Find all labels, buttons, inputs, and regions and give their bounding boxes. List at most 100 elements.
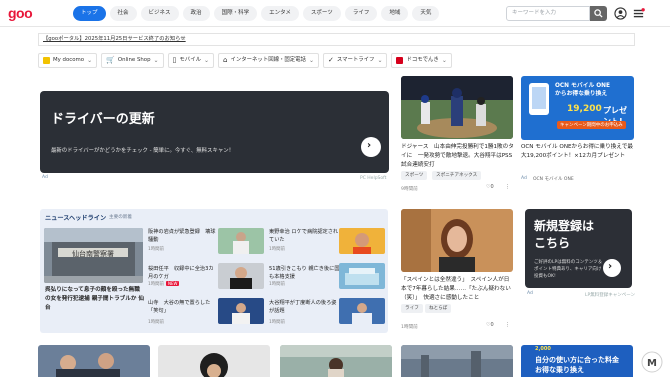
bottom-card-photo[interactable] — [158, 345, 270, 377]
service-my-docomo[interactable]: My docomo ⌄ — [38, 53, 98, 68]
bottom-ad-amount: 2,000 — [535, 346, 551, 352]
ad-title: ドライバーの更新 — [51, 112, 155, 127]
bottom-card-photo[interactable] — [280, 345, 392, 377]
internet-icon: ⌂ — [223, 56, 228, 64]
headline-thumb[interactable] — [218, 228, 264, 254]
bottom-card-photo[interactable] — [38, 345, 150, 377]
service-mobile[interactable]: ▯ モバイル ⌄ — [167, 53, 215, 68]
nav-tab-top[interactable]: トップ — [73, 6, 106, 21]
ocn-cta[interactable]: キャンペーン期間中のお申込み — [557, 121, 626, 129]
nav-tab-region[interactable]: 地域 — [381, 6, 409, 21]
ad-source: LP無料登録キャンペーン — [585, 293, 635, 298]
search-icon — [594, 9, 603, 18]
chevron-down-icon: ⌄ — [308, 57, 314, 64]
headline-item[interactable]: 阪神の岩貞が緊急登録 壊球騒動 — [148, 228, 218, 244]
ad-description: 最新のドライバーがかどうかをチェック - 簡単に。今すぐ、無料スキャン！ — [51, 148, 234, 154]
service-end-notice-link[interactable]: 【gooポータル】2025年11月25日サービス終了のお知らせ — [38, 33, 635, 46]
new-badge: NEW — [165, 281, 180, 286]
source-tag[interactable]: スポニチアネックス — [432, 171, 482, 180]
source-tag[interactable]: ねとらぼ — [425, 304, 452, 313]
more-icon[interactable]: ⋮ — [505, 184, 510, 190]
signup-ad[interactable]: 新規登録は こちら ご好評のLPは無料のコンテンツ＆ポイント特典あり、キャリア向… — [525, 209, 632, 288]
headline-thumb[interactable] — [339, 228, 385, 254]
svg-text:M: M — [647, 358, 657, 369]
nav-tab-politics[interactable]: 政治 — [182, 6, 210, 21]
headline-item[interactable]: 東野幸治 ロケで病院認定されていた — [269, 228, 341, 244]
interview-photo[interactable] — [401, 209, 513, 272]
ad-mark[interactable]: Ad — [527, 291, 533, 296]
headline-item[interactable]: 大谷翔平が丁度断人の後ろ姿が話題 — [269, 299, 341, 315]
ad-source: PC HelpSoft — [360, 176, 387, 181]
site-watermark-icon: M — [641, 351, 663, 373]
ocn-ad-title[interactable]: OCN モバイル ONEからお得に乗り換えで最大19,200ポイント！×12カ月… — [521, 143, 633, 161]
bottom-card-photo[interactable] — [401, 345, 513, 377]
service-online-shop[interactable]: 🛒 Online Shop ⌄ — [101, 53, 164, 68]
service-label: スマートライフ — [336, 57, 375, 63]
goo-logo[interactable]: goo — [8, 5, 33, 21]
user-icon[interactable] — [614, 7, 627, 20]
nav-tab-life[interactable]: ライフ — [344, 6, 378, 21]
docomo-service-links: My docomo ⌄ 🛒 Online Shop ⌄ ▯ モバイル ⌄ ⌂ イ… — [38, 53, 638, 69]
service-internet[interactable]: ⌂ インターネット回線・固定電話 ⌄ — [218, 53, 319, 68]
headline-main-photo[interactable]: 仙台南警察署 — [44, 228, 143, 283]
timestamp: 1時間前 NEW — [148, 281, 180, 287]
signup-desc: ご好評のLPは無料のコンテンツ＆ポイント特典あり、キャリア向け投資もOK! — [534, 260, 603, 279]
ad-mark[interactable]: Ad — [521, 176, 527, 181]
signup-line2: こちら — [534, 236, 571, 250]
nav-tab-entertainment[interactable]: エンタメ — [261, 6, 299, 21]
news-headlines-panel: ニュースヘッドライン 主要の新着 仙台南警察署 呉弘りになって息子の顔を殴った無… — [40, 209, 388, 333]
headline-item[interactable]: 桜田任平 収録中に全治3カ月のケガ — [148, 265, 218, 281]
headline-thumb[interactable] — [218, 263, 264, 289]
service-label: ドコモでんき — [406, 57, 439, 63]
smartlife-icon: ✓ — [327, 56, 334, 64]
category-tag[interactable]: ライフ — [401, 304, 423, 313]
chevron-down-icon: ⌄ — [441, 57, 447, 64]
ad-arrow-button[interactable]: › — [361, 137, 381, 157]
like-count[interactable]: ♡0 — [486, 322, 494, 328]
chevron-down-icon: ⌄ — [203, 57, 210, 64]
ad-mark[interactable]: Ad — [42, 175, 48, 180]
service-label: Online Shop — [117, 57, 151, 63]
ocn-line2: からお得な乗り換え — [555, 91, 608, 97]
headline-item[interactable]: 51歳引きこもり 親亡き後に国も本格支援 — [269, 265, 341, 281]
search-input[interactable]: キーワードを入力 — [506, 6, 590, 21]
timestamp: 9時間前 — [401, 187, 418, 192]
chevron-right-icon: › — [608, 261, 613, 272]
more-icon[interactable]: ⋮ — [505, 322, 510, 328]
nav-tab-weather[interactable]: 天気 — [412, 6, 440, 21]
news-title[interactable]: ドジャース 山本由伸完投勝利で1勝1敗のタイに 一発攻勢で敵地撃退。大谷翔平はP… — [401, 143, 514, 170]
baseball-photo[interactable] — [401, 76, 513, 139]
headlines-subtitle: 主要の新着 — [109, 215, 132, 220]
timestamp: 1時間前 — [269, 247, 285, 252]
service-smartlife[interactable]: ✓ スマートライフ ⌄ — [322, 53, 388, 68]
chevron-down-icon: ⌄ — [87, 57, 93, 64]
search-button[interactable] — [590, 6, 607, 21]
bottom-ad-banner[interactable]: 2,000 自分の使い方に合った料金 お得な乗り換え — [521, 345, 633, 377]
chevron-down-icon: ⌄ — [377, 57, 383, 64]
menu-icon[interactable] — [632, 7, 645, 20]
timestamp: 1時間前 — [269, 282, 285, 287]
nav-tab-sports[interactable]: スポーツ — [302, 6, 341, 21]
headline-thumb[interactable] — [339, 263, 385, 289]
category-nav: トップ 社会 ビジネス 政治 国際・科学 エンタメ スポーツ ライフ 地域 天気 — [73, 6, 440, 21]
ocn-mobile-ad[interactable]: OCN モバイル ONE からお得な乗り換え 19,200 プレゼント! キャン… — [521, 76, 634, 140]
like-count[interactable]: ♡0 — [486, 184, 494, 190]
nav-tab-society[interactable]: 社会 — [109, 6, 137, 21]
headlines-title: ニュースヘッドライン — [45, 215, 107, 222]
bottom-ad-line2: お得な乗り換え — [535, 366, 584, 374]
category-tag[interactable]: スポーツ — [401, 171, 428, 180]
cart-icon: 🛒 — [106, 56, 115, 64]
headline-main-title[interactable]: 呉弘りになって息子の顔を殴った無職の女を発行犯逮捕 親子間トラブルか 仙台 — [45, 286, 145, 313]
signup-arrow-button[interactable]: › — [603, 259, 621, 277]
service-docomo-denki[interactable]: ドコモでんき ⌄ — [391, 53, 452, 68]
mobile-icon: ▯ — [172, 56, 177, 64]
service-label: インターネット回線・固定電話 — [230, 57, 306, 63]
headline-item[interactable]: 山寺 大谷の無で置らした「笑句」 — [148, 299, 218, 315]
driver-update-ad[interactable]: ドライバーの更新 最新のドライバーがかどうかをチェック - 簡単に。今すぐ、無料… — [40, 91, 389, 173]
nav-tab-international[interactable]: 国際・科学 — [213, 6, 258, 21]
top-bar: goo トップ 社会 ビジネス 政治 国際・科学 エンタメ スポーツ ライフ 地… — [0, 0, 670, 27]
news-title[interactable]: 「スペインとは全然違う」 スペイン人が日本で7年暮らした結果……「たぶん疑わない… — [401, 276, 514, 303]
headline-thumb[interactable] — [339, 298, 385, 324]
nav-tab-business[interactable]: ビジネス — [140, 6, 179, 21]
headline-thumb[interactable] — [218, 298, 264, 324]
